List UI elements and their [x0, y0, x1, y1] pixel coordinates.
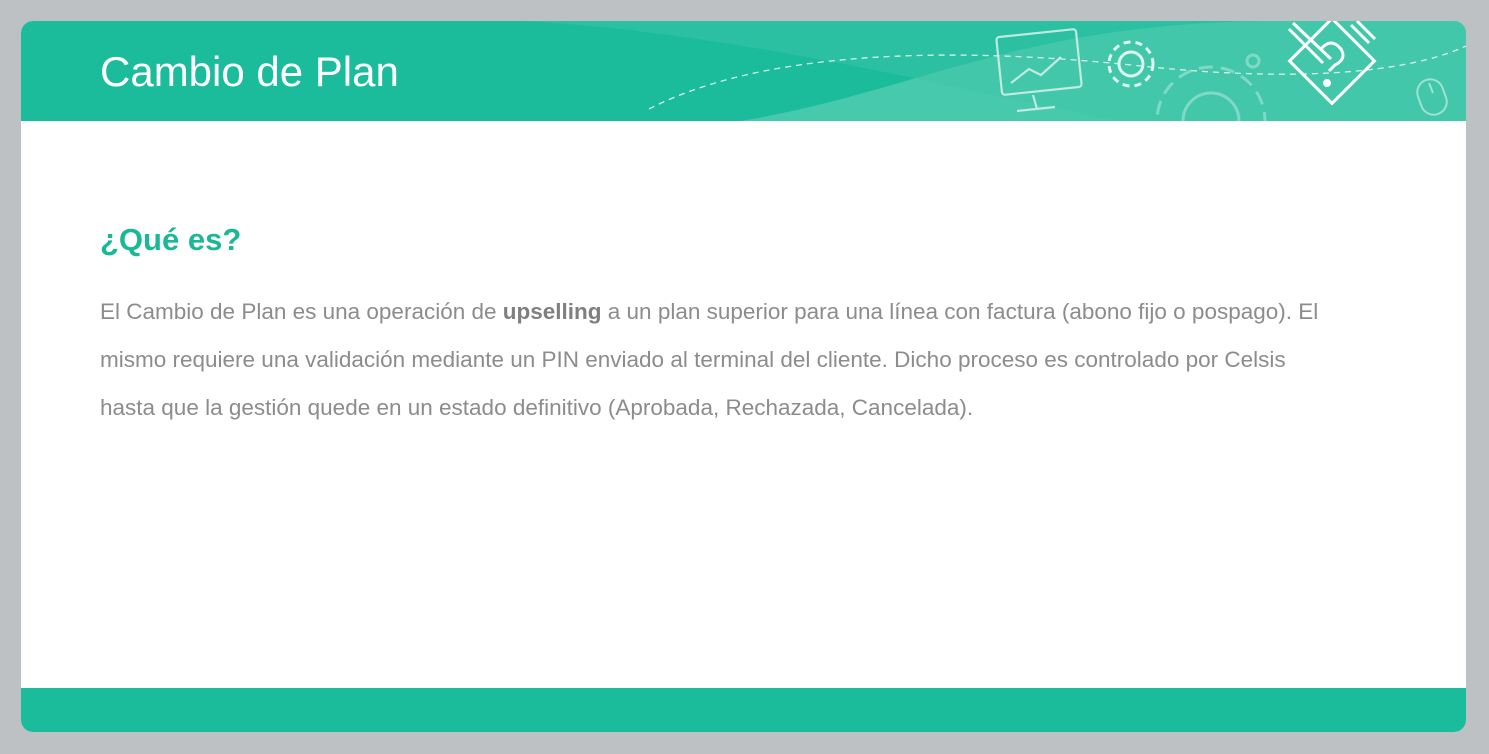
- description-paragraph: El Cambio de Plan es una operación de up…: [100, 288, 1320, 432]
- paragraph-text-start: El Cambio de Plan es una operación de: [100, 299, 503, 325]
- content-section: ¿Qué es? El Cambio de Plan es una operac…: [100, 221, 1320, 432]
- page-title: Cambio de Plan: [100, 48, 399, 95]
- paragraph-bold-term: upselling: [502, 299, 602, 325]
- section-heading: ¿Qué es?: [100, 222, 242, 257]
- slide: Cambio de Plan ¿Qué es? El Cambio de Pla…: [21, 21, 1466, 732]
- header-banner: Cambio de Plan: [21, 21, 1466, 121]
- footer-bar: [21, 688, 1466, 732]
